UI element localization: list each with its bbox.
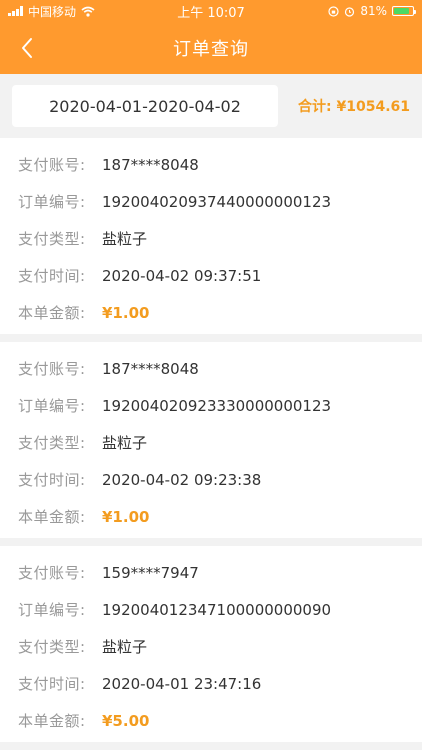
date-range-picker[interactable]: 2020-04-01-2020-04-02: [12, 85, 278, 127]
battery-icon: [392, 6, 416, 16]
pay-time-value: 2020-04-02 09:37:51: [102, 266, 262, 285]
pay-time-label: 支付时间:: [18, 675, 86, 693]
pay-type-value: 盐粒子: [102, 434, 148, 452]
account-label: 支付账号:: [18, 156, 86, 174]
carrier-name: 中国移动: [28, 4, 77, 19]
pay-type-value: 盐粒子: [102, 638, 148, 656]
pay-time-row: 支付时间: 2020-04-02 09:23:38: [18, 461, 422, 498]
amount-value: ¥1.00: [102, 507, 150, 526]
account-label: 支付账号:: [18, 360, 86, 378]
amount-label: 本单金额:: [18, 712, 86, 730]
pay-type-row: 支付类型: 盐粒子: [18, 628, 422, 665]
order-no-value: 192004012347100000000090: [102, 600, 332, 619]
alarm-icon: [345, 6, 355, 17]
pay-time-value: 2020-04-02 09:23:38: [102, 470, 262, 489]
pay-type-label: 支付类型:: [18, 434, 86, 452]
pay-time-value: 2020-04-01 23:47:16: [102, 674, 262, 693]
battery-percent: 81%: [360, 4, 387, 18]
nav-bar: 订单查询: [0, 22, 422, 74]
total-amount: 合计: ¥1054.61: [298, 99, 410, 115]
pay-time-row: 支付时间: 2020-04-01 23:47:16: [18, 665, 422, 702]
status-bar: 中国移动 上午 10:07 81%: [0, 0, 422, 22]
amount-value: ¥5.00: [102, 711, 150, 730]
order-card[interactable]: 支付账号: 187****8048 订单编号: 1920040209374400…: [0, 138, 422, 334]
order-no-label: 订单编号:: [18, 193, 86, 211]
order-list: 支付账号: 187****8048 订单编号: 1920040209374400…: [0, 138, 422, 742]
account-row: 支付账号: 159****7947: [18, 554, 422, 591]
order-no-label: 订单编号:: [18, 601, 86, 619]
amount-label: 本单金额:: [18, 304, 86, 322]
account-value: 159****7947: [102, 563, 199, 582]
chevron-left-icon: [22, 38, 32, 58]
order-no-value: 192004020923330000000123: [102, 396, 332, 415]
filter-row: 2020-04-01-2020-04-02 合计: ¥1054.61: [0, 74, 422, 138]
amount-label: 本单金额:: [18, 508, 86, 526]
pay-type-row: 支付类型: 盐粒子: [18, 220, 422, 257]
pay-time-row: 支付时间: 2020-04-02 09:37:51: [18, 257, 422, 294]
order-no-row: 订单编号: 192004012347100000000090: [18, 591, 422, 628]
account-row: 支付账号: 187****8048: [18, 146, 422, 183]
amount-value: ¥1.00: [102, 303, 150, 322]
orientation-lock-icon: [328, 5, 339, 17]
pay-type-value: 盐粒子: [102, 230, 148, 248]
pay-time-label: 支付时间:: [18, 267, 86, 285]
order-no-row: 订单编号: 192004020937440000000123: [18, 183, 422, 220]
order-no-label: 订单编号:: [18, 397, 86, 415]
status-left: 中国移动: [8, 3, 95, 20]
pay-time-label: 支付时间:: [18, 471, 86, 489]
account-value: 187****8048: [102, 359, 199, 378]
amount-row: 本单金额: ¥1.00: [18, 294, 422, 331]
order-no-value: 192004020937440000000123: [102, 192, 332, 211]
pay-type-label: 支付类型:: [18, 638, 86, 656]
status-right: 81%: [328, 4, 416, 18]
wifi-icon: [81, 6, 95, 17]
account-row: 支付账号: 187****8048: [18, 350, 422, 387]
pay-type-label: 支付类型:: [18, 230, 86, 248]
account-label: 支付账号:: [18, 564, 86, 582]
amount-row: 本单金额: ¥1.00: [18, 498, 422, 535]
order-card[interactable]: 支付账号: 159****7947 订单编号: 1920040123471000…: [0, 546, 422, 742]
pay-type-row: 支付类型: 盐粒子: [18, 424, 422, 461]
page-title: 订单查询: [173, 39, 249, 60]
signal-icon: [8, 6, 23, 16]
account-value: 187****8048: [102, 155, 199, 174]
order-no-row: 订单编号: 192004020923330000000123: [18, 387, 422, 424]
back-button[interactable]: [12, 22, 42, 74]
order-card[interactable]: 支付账号: 187****8048 订单编号: 1920040209233300…: [0, 342, 422, 538]
amount-row: 本单金额: ¥5.00: [18, 702, 422, 739]
